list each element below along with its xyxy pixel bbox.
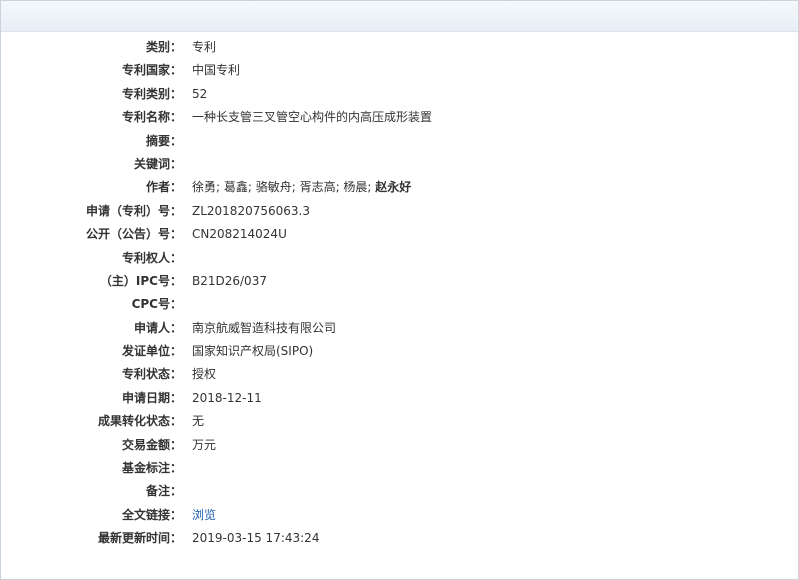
field-label: 专利国家： [121,63,182,78]
field-label: 备注： [145,484,182,499]
field-value: 授权 [192,367,217,382]
field-row-title: 专利名称： 一种长支管三叉管空心构件的内高压成形装置 [1,106,798,129]
field-label: 交易金额： [121,437,182,452]
field-row-category: 类别： 专利 [1,36,798,59]
field-label: 专利状态： [121,367,182,382]
field-label: 基金标注： [121,461,182,476]
field-value: 52 [192,86,208,101]
field-label: 专利名称： [121,110,182,125]
field-value: B21D26/037 [192,273,267,288]
field-value: 2019-03-15 17:43:24 [192,531,320,546]
field-row-cpc: CPC号： [1,293,798,316]
field-row-transfer-status: 成果转化状态： 无 [1,410,798,433]
field-label: 摘要： [145,133,182,148]
field-value: 专利 [192,40,217,54]
field-row-status: 专利状态： 授权 [1,363,798,386]
field-label: 专利权人： [121,250,182,265]
field-row-authors: 作者： 徐勇; 葛鑫; 骆敏舟; 胥志高; 杨晨; 赵永好 [1,176,798,199]
field-label: 全文链接： [121,507,182,522]
field-value: 南京航威智造科技有限公司 [192,320,337,335]
field-row-publication-number: 公开（公告）号： CN208214024U [1,223,798,246]
field-label: 公开（公告）号： [85,227,182,242]
field-value: ZL201820756063.3 [192,203,310,218]
field-label: 作者： [145,180,182,195]
field-label: 申请（专利）号： [85,203,182,218]
field-label: CPC号： [131,297,182,312]
field-row-transaction-amount: 交易金额： 万元 [1,434,798,457]
field-value: 中国专利 [192,63,241,78]
field-label: 申请人： [133,320,182,335]
field-value: 2018-12-11 [192,390,262,405]
field-value: 浏览 [192,504,216,527]
field-row-applicant: 申请人： 南京航威智造科技有限公司 [1,317,798,340]
field-row-remarks: 备注： [1,480,798,503]
field-label: （主）IPC号： [99,273,182,288]
field-row-abstract: 摘要： [1,130,798,153]
field-row-issuing-office: 发证单位： 国家知识产权局(SIPO) [1,340,798,363]
browse-fulltext-link[interactable]: 浏览 [192,508,216,522]
field-value: 国家知识产权局(SIPO) [192,344,314,359]
field-label: 类别： [145,40,182,54]
patent-detail-panel: 类别： 专利 专利国家： 中国专利 专利类别： 52 专利名称： 一种长支管三叉… [0,0,799,580]
field-list: 类别： 专利 专利国家： 中国专利 专利类别： 52 专利名称： 一种长支管三叉… [1,36,798,551]
author-highlighted: 赵永好 [375,180,412,195]
field-row-keywords: 关键词： [1,153,798,176]
field-value: 一种长支管三叉管空心构件的内高压成形装置 [192,110,433,125]
panel-header-bar [1,1,798,32]
field-row-country: 专利国家： 中国专利 [1,59,798,82]
field-value: 万元 [192,437,217,452]
field-label: 关键词： [133,156,182,171]
field-label: 发证单位： [121,344,182,359]
field-row-patentee: 专利权人： [1,247,798,270]
field-row-ipc: （主）IPC号： B21D26/037 [1,270,798,293]
field-value: CN208214024U [192,227,287,242]
field-label: 最新更新时间： [97,531,182,546]
field-label: 专利类别： [121,86,182,101]
author-list: 徐勇; 葛鑫; 骆敏舟; 胥志高; 杨晨; [192,180,376,195]
field-value: 无 [192,414,205,429]
field-row-funding: 基金标注： [1,457,798,480]
field-row-patent-type: 专利类别： 52 [1,83,798,106]
field-label: 成果转化状态： [97,414,182,429]
field-value: 徐勇; 葛鑫; 骆敏舟; 胥志高; 杨晨; 赵永好 [192,176,411,199]
field-row-application-number: 申请（专利）号： ZL201820756063.3 [1,200,798,223]
field-row-application-date: 申请日期： 2018-12-11 [1,387,798,410]
field-label: 申请日期： [121,390,182,405]
field-row-fulltext-link: 全文链接： 浏览 [1,504,798,527]
field-row-last-updated: 最新更新时间： 2019-03-15 17:43:24 [1,527,798,550]
